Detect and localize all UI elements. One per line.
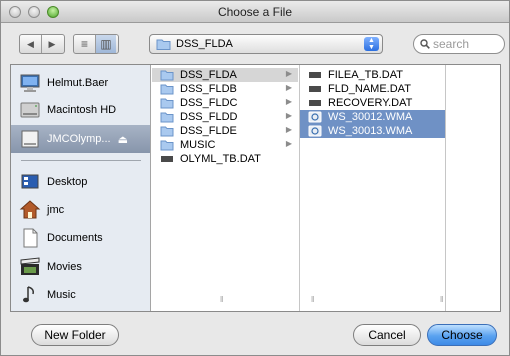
choose-button[interactable]: Choose [427,324,497,346]
sidebar-item-label: JMCOlymp... [47,133,111,145]
list-view-icon: ≡ [80,37,88,51]
new-folder-button[interactable]: New Folder [31,324,119,346]
audio-file-icon [308,111,322,123]
movies-icon [20,257,40,275]
desktop-icon [21,174,39,189]
sidebar: Helmut.Baer Macintosh HD JMCOlymp... ⏏ D… [11,65,151,311]
column-resize-handle[interactable]: ǁ [220,295,223,304]
item-label: MUSIC [180,139,216,151]
window-title: Choose a File [217,5,293,19]
music-icon [23,286,34,303]
list-item[interactable]: DSS_FLDB ▶ [152,82,298,96]
list-item[interactable]: DSS_FLDC ▶ [152,96,298,110]
list-item[interactable]: WS_30012.WMA [300,110,445,124]
search-field[interactable] [413,34,505,54]
popup-arrows-icon: ▲ ▼ [364,37,379,51]
sidebar-divider [21,160,141,161]
file-icon [309,86,321,92]
item-label: WS_30012.WMA [328,111,413,123]
browser-column-2: FILEA_TB.DAT FLD_NAME.DAT RECOVERY.DAT W… [300,65,446,311]
sidebar-item-label: Helmut.Baer [47,77,109,89]
path-popup-label: DSS_FLDA [176,38,233,50]
disclosure-arrow-icon: ▶ [285,139,292,148]
item-label: FILEA_TB.DAT [328,69,403,81]
computer-icon [20,74,40,92]
list-item[interactable]: WS_30013.WMA [300,124,445,138]
folder-icon [160,84,174,95]
list-item[interactable]: DSS_FLDE ▶ [152,124,298,138]
list-item[interactable]: OLYML_TB.DAT [152,152,298,166]
drive-icon [21,130,39,148]
browser-column-1: DSS_FLDA ▶ DSS_FLDB ▶ DSS_FLDC ▶ DSS_FLD… [152,65,300,311]
file-icon [309,72,321,78]
disclosure-arrow-icon: ▶ [285,125,292,134]
home-icon [19,200,41,219]
sidebar-item-macintosh-hd[interactable]: Macintosh HD [19,98,147,122]
folder-icon [160,70,174,81]
sidebar-item-documents[interactable]: Documents [19,226,147,250]
sidebar-item-jmcolymp[interactable]: JMCOlymp... ⏏ [11,125,150,153]
sidebar-item-helmut-baer[interactable]: Helmut.Baer [19,71,147,95]
disclosure-arrow-icon: ▶ [285,83,292,92]
folder-icon [160,140,174,151]
list-item[interactable]: DSS_FLDD ▶ [152,110,298,124]
path-popup[interactable]: DSS_FLDA ▲ ▼ [149,34,383,54]
list-view-button[interactable]: ≡ [74,35,95,53]
back-forward-control: ◀ ▶ [19,34,65,54]
disclosure-arrow-icon: ▶ [285,111,292,120]
file-icon [161,156,173,162]
title-bar: Choose a File [1,1,509,23]
eject-icon[interactable]: ⏏ [118,133,128,146]
item-label: DSS_FLDA [180,69,237,81]
list-item[interactable]: FILEA_TB.DAT [300,68,445,82]
disclosure-arrow-icon: ▶ [285,97,292,106]
item-label: WS_30013.WMA [328,125,413,137]
sidebar-item-label: Desktop [47,176,88,188]
sidebar-item-label: jmc [47,204,65,216]
column-view-icon: ▥ [100,37,112,51]
item-label: DSS_FLDD [180,111,238,123]
item-label: FLD_NAME.DAT [328,83,411,95]
list-item[interactable]: DSS_FLDA ▶ [152,68,298,82]
sidebar-item-label: Macintosh HD [47,104,117,116]
browser-column-3 [446,65,500,311]
audio-file-icon [308,125,322,137]
hard-drive-icon [20,102,40,118]
sidebar-item-movies[interactable]: Movies [19,255,147,279]
browser-area: Helmut.Baer Macintosh HD JMCOlymp... ⏏ D… [10,64,501,312]
column-view-button[interactable]: ▥ [95,35,116,53]
disclosure-arrow-icon: ▶ [285,69,292,78]
file-chooser-window: Choose a File ◀ ▶ ≡ ▥ DSS_FLDA ▲▼ Helmut… [0,0,510,356]
search-icon [420,39,430,49]
sidebar-item-label: Movies [47,261,82,273]
view-mode-control: ≡ ▥ [73,34,119,54]
back-arrow-icon: ◀ [27,38,34,49]
forward-button[interactable]: ▶ [41,35,62,53]
sidebar-item-jmc[interactable]: jmc [19,198,147,222]
column-resize-handle[interactable]: ǁ [311,295,314,304]
forward-arrow-icon: ▶ [48,38,56,49]
file-icon [309,100,321,106]
list-item[interactable]: MUSIC ▶ [152,138,298,152]
sidebar-item-label: Music [47,289,76,301]
sidebar-item-desktop[interactable]: Desktop [19,170,147,194]
back-button[interactable]: ◀ [20,35,41,53]
list-item[interactable]: FLD_NAME.DAT [300,82,445,96]
item-label: OLYML_TB.DAT [180,153,261,165]
sidebar-item-music[interactable]: Music [19,283,147,307]
list-item[interactable]: RECOVERY.DAT [300,96,445,110]
sidebar-item-label: Documents [47,232,103,244]
folder-icon [160,112,174,123]
item-label: DSS_FLDE [180,125,237,137]
folder-icon [156,39,171,50]
folder-icon [160,98,174,109]
cancel-button[interactable]: Cancel [353,324,421,346]
search-input[interactable] [433,37,495,51]
folder-icon [160,126,174,137]
documents-icon [23,228,38,248]
item-label: RECOVERY.DAT [328,97,413,109]
item-label: DSS_FLDC [180,97,238,109]
column-resize-handle[interactable]: ǁ [440,295,443,304]
item-label: DSS_FLDB [180,83,237,95]
